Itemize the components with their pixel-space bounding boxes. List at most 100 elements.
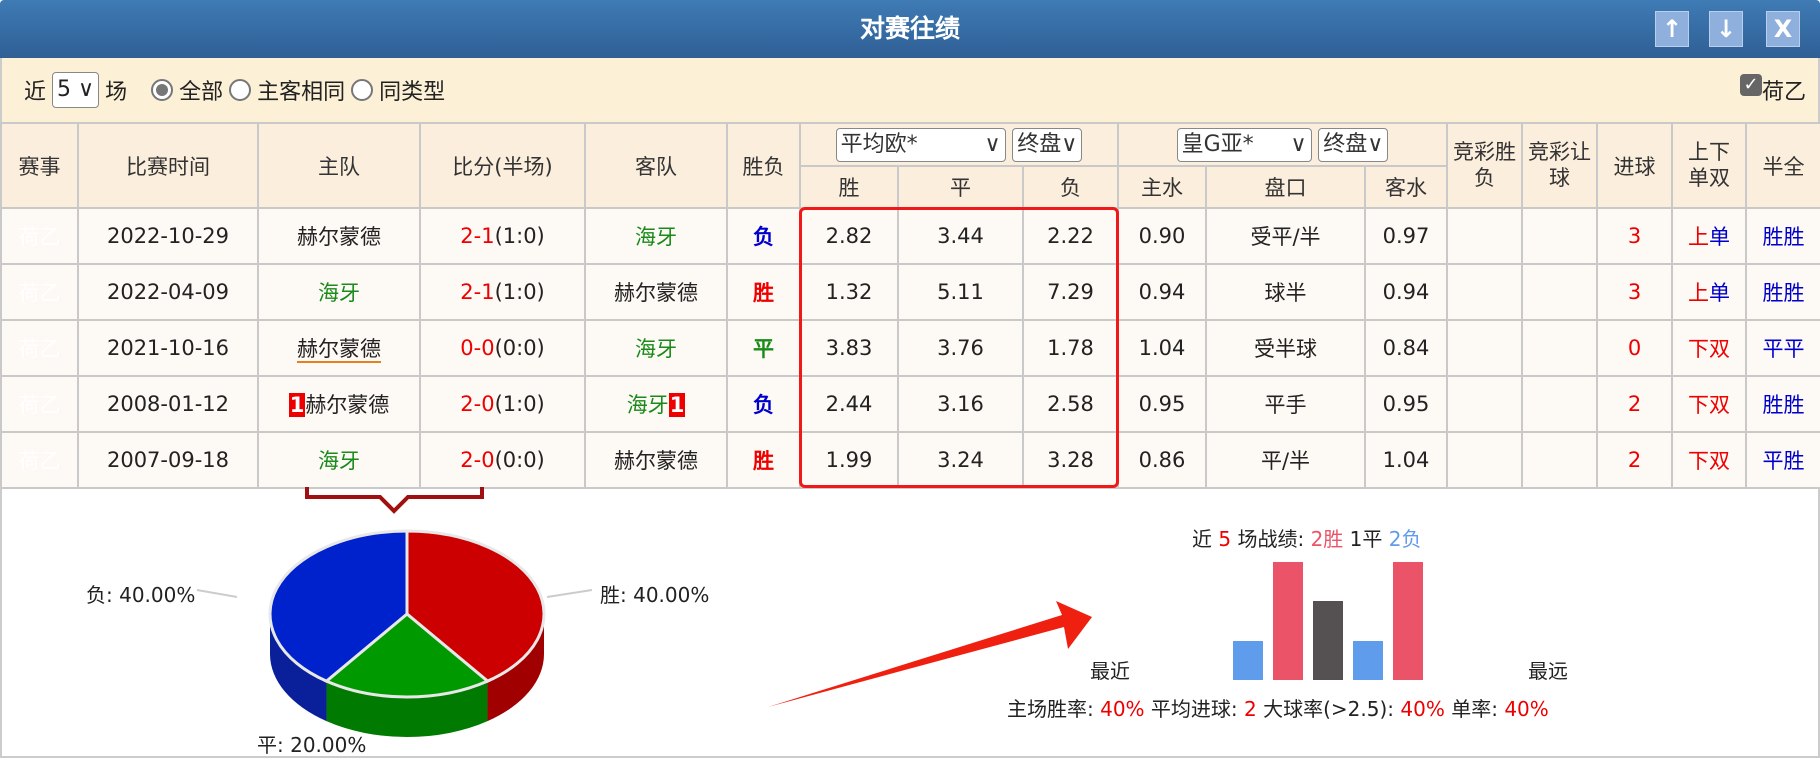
away-water: 1.04 (1363, 431, 1449, 489)
score: 2-1 (460, 280, 495, 304)
eu-loss-odds: 2.22 (1022, 207, 1119, 265)
league-cell[interactable]: 荷乙 (0, 375, 79, 433)
radio-same-type[interactable] (351, 79, 374, 101)
bar-axis-right: 最远 (1528, 659, 1568, 683)
score: 2-0 (460, 448, 495, 472)
handicap: 受半球 (1205, 319, 1366, 377)
match-count-select[interactable]: 5 ∨ (52, 72, 100, 108)
date-cell: 2022-10-29 (77, 207, 259, 265)
home-team[interactable]: 赫尔蒙德 (305, 393, 389, 417)
away-team-cell[interactable]: 海牙1 (584, 375, 728, 433)
radio-all[interactable] (151, 79, 174, 101)
jc-wl-cell (1446, 375, 1524, 433)
away-badge: 1 (668, 393, 686, 417)
stats-line: 主场胜率: 40% 平均进球: 2 大球率(>2.5): 40% 单率: 40% (1007, 697, 1549, 721)
euro-odds-header: 平均欧* ∨ 终盘∨ (799, 122, 1119, 167)
home-team[interactable]: 海牙 (318, 281, 360, 305)
checkbox-checked-icon[interactable]: ✓ (1739, 74, 1762, 96)
hf-cell: 胜胜 (1745, 263, 1820, 321)
date-cell: 2022-04-09 (77, 263, 259, 321)
eu-draw-odds: 3.76 (897, 319, 1024, 377)
result-cell: 平 (726, 319, 801, 377)
col-away: 客队 (584, 122, 728, 209)
col-handicap: 盘口 (1205, 165, 1366, 209)
away-team[interactable]: 赫尔蒙德 (614, 281, 698, 305)
away-team[interactable]: 海牙 (627, 393, 669, 417)
table-row: 荷乙 2022-04-09 海牙 2-1(1:0) 赫尔蒙德 胜 1.32 5.… (0, 263, 1820, 321)
col-date: 比赛时间 (77, 122, 259, 209)
euro-type-select[interactable]: 终盘∨ (1012, 127, 1083, 162)
home-team-cell[interactable]: 1赫尔蒙德 (257, 375, 421, 433)
col-hf: 半全 (1745, 122, 1820, 209)
league-cell[interactable]: 荷乙 (0, 431, 79, 489)
home-team-cell[interactable]: 赫尔蒙德 (257, 319, 421, 377)
radio-same-home-away[interactable] (229, 79, 252, 101)
eu-win-odds: 3.83 (799, 319, 899, 377)
asia-company-select[interactable]: 皇G亚* ∨ (1176, 127, 1312, 162)
score-cell[interactable]: 2-1(1:0) (419, 263, 586, 321)
col-result: 胜负 (726, 122, 801, 209)
asia-type-select[interactable]: 终盘∨ (1318, 127, 1389, 162)
move-up-button[interactable]: ↑ (1655, 11, 1689, 47)
away-team-cell[interactable]: 海牙 (584, 207, 728, 265)
pie-label-win: 胜: 40.00% (600, 583, 710, 607)
filter-suffix: 场 (105, 80, 128, 105)
bar-2-平 (1313, 601, 1343, 680)
score: 2-1 (460, 224, 495, 248)
radio-all-label[interactable]: 全部 (179, 74, 223, 106)
result-cell: 胜 (726, 431, 801, 489)
euro-company-select[interactable]: 平均欧* ∨ (835, 127, 1006, 162)
close-button[interactable]: X (1766, 11, 1800, 47)
ou-cell: 下双 (1671, 431, 1748, 489)
eu-draw-odds: 5.11 (897, 263, 1024, 321)
home-team-cell[interactable]: 赫尔蒙德 (257, 207, 421, 265)
col-home: 主队 (257, 122, 421, 209)
move-down-button[interactable]: ↓ (1709, 11, 1743, 47)
hf-cell: 平平 (1745, 319, 1820, 377)
ou-cell: 上单 (1671, 207, 1748, 265)
half-score: (0:0) (494, 448, 545, 472)
away-water: 0.95 (1363, 375, 1449, 433)
away-team-cell[interactable]: 海牙 (584, 319, 728, 377)
half-score: (1:0) (494, 280, 545, 304)
score-cell[interactable]: 2-1(1:0) (419, 207, 586, 265)
handicap: 受平/半 (1205, 207, 1366, 265)
away-team[interactable]: 赫尔蒙德 (614, 449, 698, 473)
league-cell[interactable]: 荷乙 (0, 263, 79, 321)
col-away-water: 客水 (1363, 165, 1449, 209)
half-score: (1:0) (494, 224, 545, 248)
home-water: 0.86 (1117, 431, 1207, 489)
result-cell: 负 (726, 375, 801, 433)
league-cell[interactable]: 荷乙 (0, 319, 79, 377)
home-team[interactable]: 赫尔蒙德 (297, 337, 381, 363)
result-cell: 胜 (726, 263, 801, 321)
radio-same-type-label[interactable]: 同类型 (379, 74, 445, 106)
away-team[interactable]: 海牙 (635, 225, 677, 249)
ou-cell: 下双 (1671, 319, 1748, 377)
date-cell: 2021-10-16 (77, 319, 259, 377)
home-team-cell[interactable]: 海牙 (257, 263, 421, 321)
home-team-cell[interactable]: 海牙 (257, 431, 421, 489)
league-filter-checkbox[interactable]: ✓ 荷乙 (1739, 74, 1806, 106)
col-goals: 进球 (1596, 122, 1674, 209)
bar-4-胜 (1393, 562, 1423, 680)
filter-prefix: 近 (24, 80, 47, 105)
score-cell[interactable]: 0-0(0:0) (419, 319, 586, 377)
score-cell[interactable]: 2-0(1:0) (419, 375, 586, 433)
away-team[interactable]: 海牙 (635, 337, 677, 361)
home-team[interactable]: 赫尔蒙德 (297, 225, 381, 249)
home-team[interactable]: 海牙 (318, 449, 360, 473)
league-checkbox-label: 荷乙 (1761, 80, 1806, 105)
league-cell[interactable]: 荷乙 (0, 207, 79, 265)
table-row: 荷乙 2022-10-29 赫尔蒙德 2-1(1:0) 海牙 负 2.82 3.… (0, 207, 1820, 265)
away-team-cell[interactable]: 赫尔蒙德 (584, 431, 728, 489)
score-cell[interactable]: 2-0(0:0) (419, 431, 586, 489)
goals-cell: 3 (1596, 263, 1674, 321)
radio-same-home-away-label[interactable]: 主客相同 (257, 74, 345, 106)
half-score: (0:0) (494, 336, 545, 360)
home-water: 1.04 (1117, 319, 1207, 377)
bar-chart-title: 近 5 场战绩: 2胜 1平 2负 (1192, 527, 1422, 551)
away-water: 0.94 (1363, 263, 1449, 321)
pie-label-draw: 平: 20.00% (257, 733, 367, 757)
away-team-cell[interactable]: 赫尔蒙德 (584, 263, 728, 321)
